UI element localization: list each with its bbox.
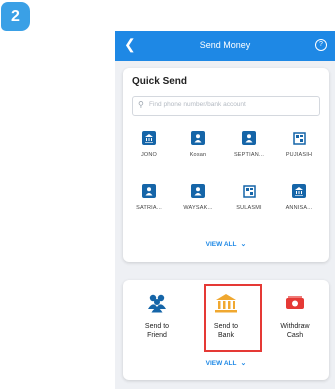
- person-icon: [191, 131, 205, 145]
- help-icon[interactable]: ?: [315, 39, 327, 51]
- contact-label: ANNISA...: [285, 205, 313, 211]
- cash-icon: [286, 296, 304, 309]
- send-to-friend-label: Send to Friend: [144, 323, 170, 339]
- qr-icon: [242, 184, 256, 198]
- search-icon: ⚲: [138, 100, 144, 109]
- withdraw-cash-button[interactable]: Withdraw Cash: [267, 293, 323, 340]
- step-number-badge: 2: [1, 2, 30, 31]
- top-bar: ❮ Send Money ?: [115, 31, 335, 61]
- friends-icon: [148, 294, 166, 313]
- qr-icon: [292, 131, 306, 145]
- person-icon: [191, 184, 205, 198]
- contact-label: SATRIA...: [136, 205, 162, 211]
- contact-item[interactable]: ANNISA...: [279, 184, 319, 211]
- view-all-options-link[interactable]: VIEW ALL ⌄: [123, 359, 329, 367]
- contact-item[interactable]: PUJIASIH: [279, 131, 319, 158]
- send-to-friend-button[interactable]: Send to Friend: [129, 293, 185, 340]
- search-placeholder: Find phone number/bank account: [149, 101, 246, 108]
- person-icon: [242, 131, 256, 145]
- view-all-label: VIEW ALL: [205, 241, 237, 248]
- contact-label: PUJIASIH: [285, 152, 313, 158]
- view-all-label: VIEW ALL: [205, 360, 237, 367]
- view-all-contacts-link[interactable]: VIEW ALL ⌄: [123, 240, 329, 248]
- contact-item[interactable]: WAYSAK...: [178, 184, 218, 211]
- quick-send-card: Quick Send ⚲ Find phone number/bank acco…: [123, 68, 329, 262]
- chevron-down-icon: ⌄: [240, 360, 247, 367]
- contact-item[interactable]: JONO: [129, 131, 169, 158]
- person-icon: [142, 184, 156, 198]
- highlight-box: [204, 284, 262, 352]
- contact-item[interactable]: Kosan: [178, 131, 218, 158]
- contact-label: WAYSAK...: [183, 205, 213, 211]
- contact-label: JONO: [140, 152, 158, 158]
- contact-label: Kosan: [189, 152, 207, 158]
- contact-item[interactable]: SEPTIAN...: [229, 131, 269, 158]
- page-title: Send Money: [199, 40, 251, 50]
- contact-label: SULASMI: [236, 205, 262, 211]
- contact-item[interactable]: SULASMI: [229, 184, 269, 211]
- bank-icon: [142, 131, 156, 145]
- withdraw-cash-label: Withdraw Cash: [280, 323, 310, 339]
- chevron-down-icon: ⌄: [240, 241, 247, 248]
- contact-item[interactable]: SATRIA...: [129, 184, 169, 211]
- phone-screen: ❮ Send Money ? Quick Send ⚲ Find phone n…: [115, 31, 335, 389]
- bank-icon: [292, 184, 306, 198]
- contact-label: SEPTIAN...: [233, 152, 265, 158]
- quick-send-title: Quick Send: [132, 76, 188, 87]
- search-input[interactable]: ⚲ Find phone number/bank account: [132, 96, 320, 116]
